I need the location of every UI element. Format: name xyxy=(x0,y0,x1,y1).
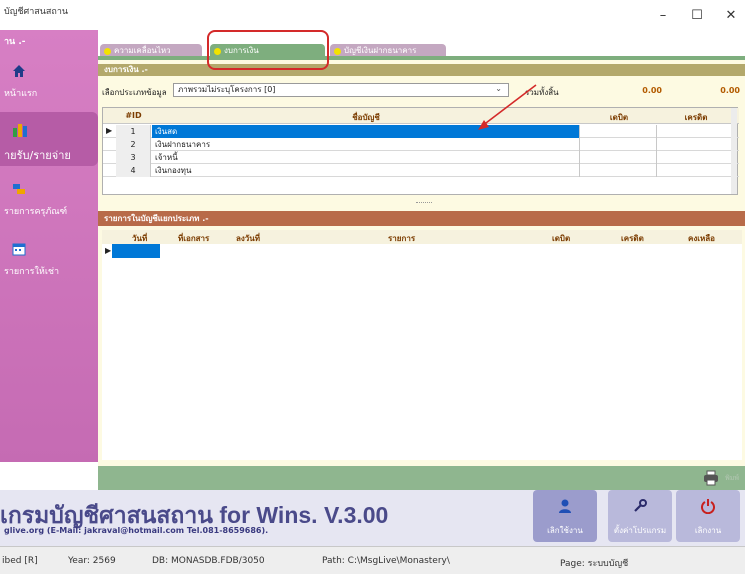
row-pointer-icon: ▶ xyxy=(105,246,112,255)
financial-statement-panel: งบการเงิน .- เลือกประเภทข้อมูล ภาพรวมไม่… xyxy=(98,56,745,198)
total-credit: 0.00 xyxy=(720,86,740,95)
ledger-table[interactable]: วันที่ ที่เอกสาร ลงวันที่ รายการ เดบิต เ… xyxy=(102,230,742,460)
home-icon xyxy=(13,65,25,77)
annotation-highlight xyxy=(207,30,329,70)
table-row[interactable]: ▶ 1 เงินสด xyxy=(103,125,739,138)
table-header: วันที่ ที่เอกสาร ลงวันที่ รายการ เดบิต เ… xyxy=(102,230,742,244)
panel-toolbar: เลือกประเภทข้อมูล ภาพรวมไม่ระบุโครงการ [… xyxy=(98,77,745,103)
sidebar-item-label: รายการครุภัณฑ์ xyxy=(4,207,68,217)
ledger-panel: รายการในบัญชีแยกประเภท .- วันที่ ที่เอกส… xyxy=(98,210,745,466)
tab-dot-icon xyxy=(104,48,111,55)
window-title: บัญชีศาสนสถาน xyxy=(4,7,69,17)
column-header-credit[interactable]: เครดิต xyxy=(658,111,734,124)
sidebar: าน .- หน้าแรก ายรับ/รายจ่าย รายการครุภัณ… xyxy=(0,30,98,462)
sidebar-top-label: าน .- xyxy=(4,37,26,47)
table-row[interactable]: 3 เจ้าหนี้ xyxy=(103,151,739,164)
minimize-button[interactable]: – xyxy=(648,8,678,24)
sidebar-item-rentals[interactable]: รายการให้เช่า xyxy=(0,236,98,286)
table-row[interactable]: 2 เงินฝากธนาคาร xyxy=(103,138,739,151)
calendar-icon xyxy=(12,243,26,256)
status-mode: ibed [R] xyxy=(2,556,38,566)
table-scrollbar[interactable] xyxy=(731,108,737,194)
splitter-grip[interactable] xyxy=(416,202,432,204)
close-button[interactable]: ✕ xyxy=(716,8,745,24)
sidebar-item-assets[interactable]: รายการครุภัณฑ์ xyxy=(0,176,98,226)
maximize-button[interactable]: ☐ xyxy=(682,8,712,24)
sidebar-item-label: รายการให้เช่า xyxy=(4,267,60,277)
power-icon xyxy=(701,499,715,514)
user-icon xyxy=(559,499,571,513)
settings-button[interactable]: ตั้งค่าโปรแกรม xyxy=(608,490,672,542)
print-label: พิมพ์ xyxy=(725,474,739,482)
wrench-icon xyxy=(634,499,647,512)
selected-cell[interactable] xyxy=(112,244,160,258)
status-year: Year: 2569 xyxy=(68,556,116,566)
app-banner: เกรมบัญชีศาสนสถาน for Wins. V.3.00 glive… xyxy=(0,490,745,546)
sidebar-item-income-expense[interactable]: ายรับ/รายจ่าย xyxy=(0,112,98,166)
logout-button[interactable]: เลิกใช้งาน xyxy=(533,490,597,542)
data-type-select[interactable]: ภาพรวมไม่ระบุโครงการ [0] ⌄ xyxy=(173,83,509,97)
app-contact: glive.org (E-Mail: jakraval@hotmail.com … xyxy=(4,526,269,535)
sidebar-item-label: ายรับ/รายจ่าย xyxy=(4,149,71,162)
title-bar: บัญชีศาสนสถาน – ☐ ✕ xyxy=(0,0,745,30)
table-row[interactable]: ▶ xyxy=(102,244,742,258)
tab-dot-icon xyxy=(334,48,341,55)
book-icon xyxy=(13,124,27,137)
select-label: เลือกประเภทข้อมูล xyxy=(102,88,167,97)
printer-icon[interactable] xyxy=(703,470,719,486)
accounts-table[interactable]: #ID ชื่อบัญชี เดบิต เครดิต ▶ 1 เงินสด 2 … xyxy=(102,107,739,195)
panel-header: งบการเงิน .- xyxy=(98,64,745,76)
annotation-arrow xyxy=(478,84,537,130)
status-db: DB: MONASDB.FDB/3050 xyxy=(152,556,265,566)
tab-bar: ความเคลื่อนไหว งบการเงิน บัญชีเงินฝากธนา… xyxy=(98,30,745,58)
sidebar-item-label: หน้าแรก xyxy=(4,89,38,99)
table-row[interactable]: 4 เงินกองทุน xyxy=(103,164,739,177)
panel-header: รายการในบัญชีแยกประเภท .- xyxy=(98,211,745,226)
row-pointer-icon: ▶ xyxy=(106,126,113,135)
action-strip: พิมพ์ xyxy=(98,466,745,490)
table-header: #ID ชื่อบัญชี เดบิต เครดิต xyxy=(103,108,739,124)
status-page: Page: ระบบบัญชี xyxy=(560,559,629,569)
sidebar-item-home[interactable]: หน้าแรก xyxy=(0,58,98,108)
exit-button[interactable]: เลิกงาน xyxy=(676,490,740,542)
column-header-debit[interactable]: เดบิต xyxy=(581,111,657,124)
total-debit: 0.00 xyxy=(642,86,662,95)
column-header-id[interactable]: #ID xyxy=(116,111,151,120)
status-path: Path: C:\MsgLive\Monastery\ xyxy=(322,556,450,566)
status-bar: ibed [R] Year: 2569 DB: MONASDB.FDB/3050… xyxy=(0,546,745,574)
furniture-icon xyxy=(13,184,25,194)
panel-splitter[interactable] xyxy=(98,198,745,210)
